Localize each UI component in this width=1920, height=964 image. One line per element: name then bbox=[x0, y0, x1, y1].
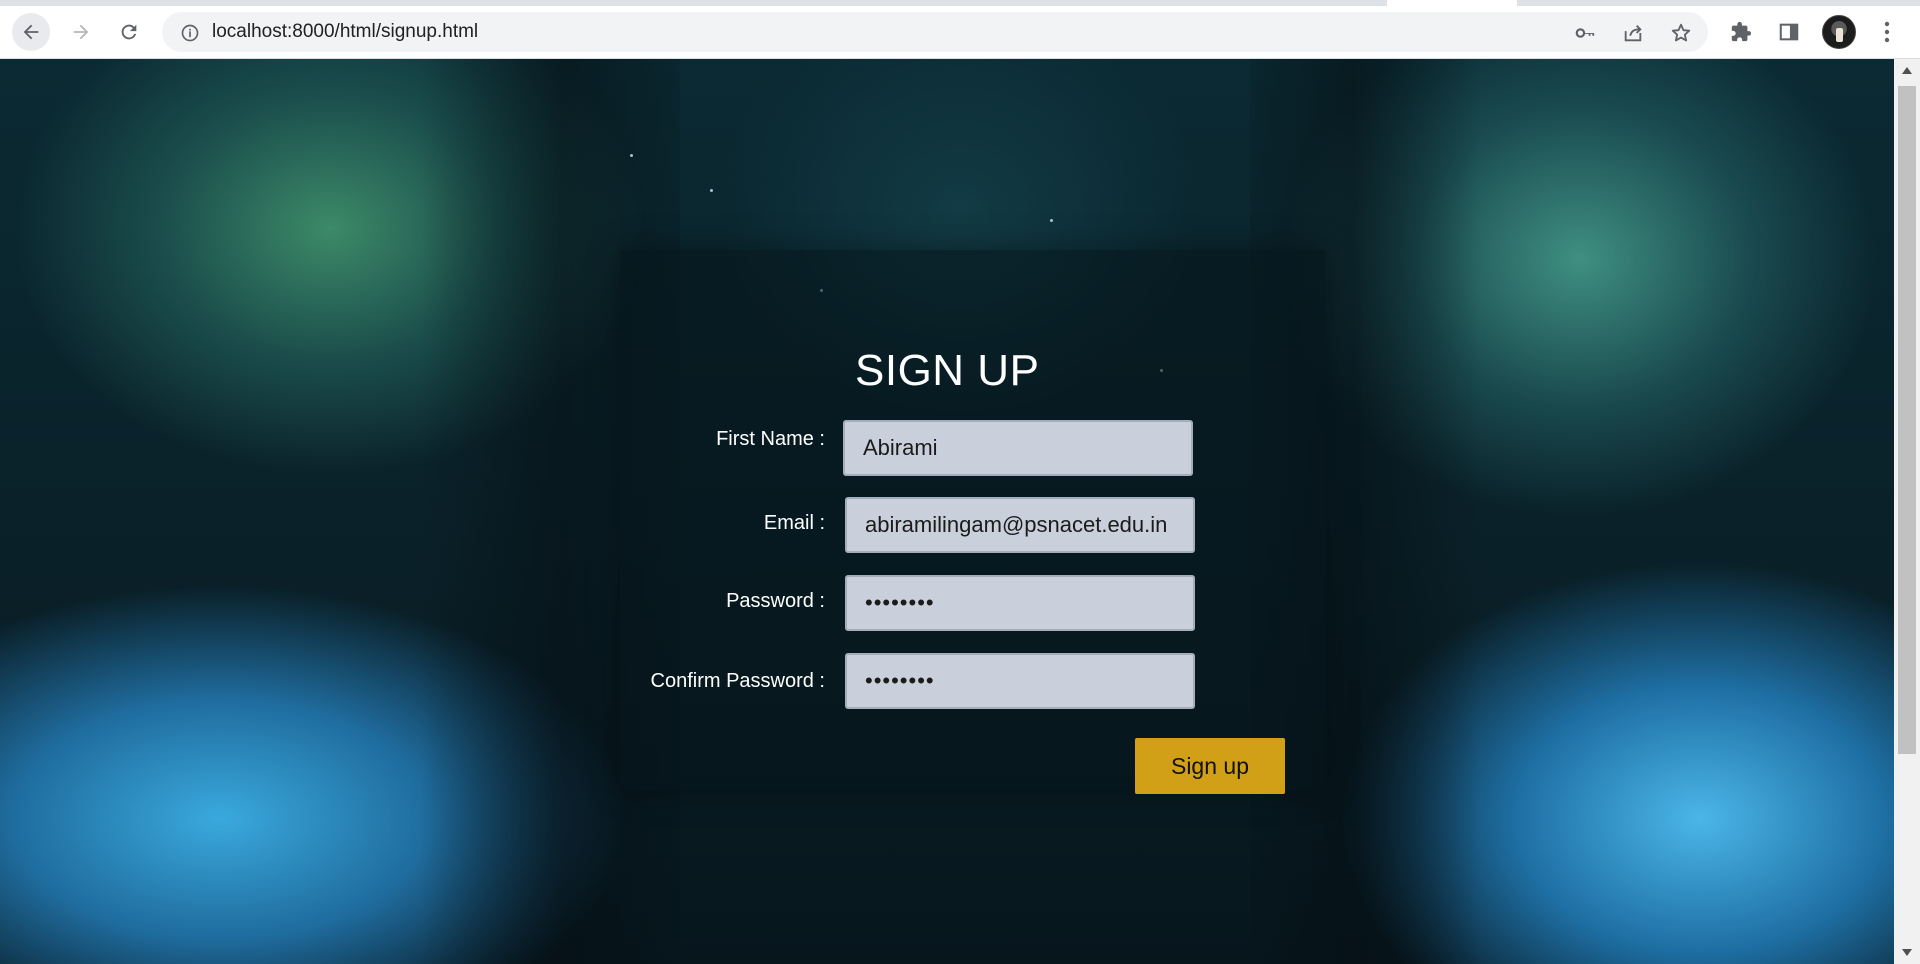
reload-button[interactable] bbox=[110, 13, 148, 51]
scroll-up-arrow-icon[interactable] bbox=[1902, 67, 1912, 74]
password-label: Password : bbox=[726, 590, 825, 612]
arrow-right-icon bbox=[73, 24, 89, 40]
first-name-input[interactable] bbox=[843, 420, 1193, 476]
arrow-left-icon bbox=[23, 24, 39, 40]
email-input[interactable] bbox=[845, 497, 1195, 553]
kebab-menu-icon[interactable] bbox=[1880, 20, 1894, 44]
star-decoration bbox=[630, 154, 633, 157]
scroll-down-arrow-icon[interactable] bbox=[1902, 949, 1912, 956]
password-input[interactable] bbox=[845, 575, 1195, 631]
star-icon[interactable] bbox=[1670, 22, 1692, 44]
forward-button[interactable] bbox=[62, 13, 100, 51]
page-title: SIGN UP bbox=[855, 346, 1040, 395]
back-button[interactable] bbox=[12, 13, 50, 51]
side-panel-icon[interactable] bbox=[1778, 21, 1800, 43]
first-name-label: First Name : bbox=[716, 428, 825, 450]
puzzle-icon[interactable] bbox=[1730, 21, 1752, 43]
star-decoration bbox=[1050, 219, 1053, 222]
signup-button[interactable]: Sign up bbox=[1135, 738, 1285, 794]
url-text[interactable]: localhost:8000/html/signup.html bbox=[212, 12, 478, 52]
address-bar[interactable]: localhost:8000/html/signup.html bbox=[162, 12, 1708, 52]
scrollbar-thumb[interactable] bbox=[1898, 86, 1916, 754]
key-icon[interactable] bbox=[1574, 22, 1596, 44]
info-icon[interactable] bbox=[180, 23, 200, 43]
star-decoration bbox=[710, 189, 713, 192]
email-label: Email : bbox=[763, 512, 825, 534]
profile-avatar[interactable] bbox=[1822, 15, 1856, 49]
reload-icon bbox=[121, 24, 137, 40]
page-scrollbar[interactable] bbox=[1894, 59, 1920, 964]
confirm-password-input[interactable] bbox=[845, 653, 1195, 709]
share-icon[interactable] bbox=[1622, 22, 1644, 44]
browser-toolbar: localhost:8000/html/signup.html bbox=[0, 6, 1920, 59]
confirm-password-label: Confirm Password : bbox=[650, 670, 826, 692]
